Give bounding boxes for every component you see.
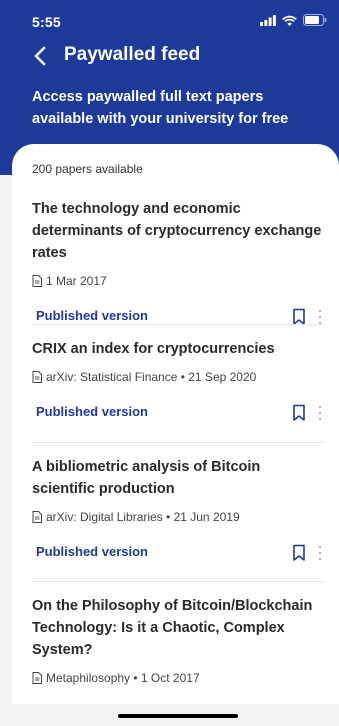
more-options-icon[interactable] xyxy=(318,406,322,420)
bookmark-icon[interactable] xyxy=(292,404,306,422)
status-time: 5:55 xyxy=(32,14,61,30)
paper-meta: Metaphilosophy • 1 Oct 2017 xyxy=(32,671,323,685)
nav-bar: Paywalled feed xyxy=(0,40,339,72)
paper-meta-text: arXiv: Digital Libraries • 21 Jun 2019 xyxy=(46,510,240,524)
status-icons xyxy=(260,14,327,26)
home-indicator[interactable] xyxy=(118,714,238,718)
paper-meta: arXiv: Statistical Finance • 21 Sep 2020 xyxy=(32,370,323,384)
back-button[interactable] xyxy=(28,44,52,68)
published-version-link[interactable]: Published version xyxy=(36,308,148,323)
paper-meta-text: arXiv: Statistical Finance • 21 Sep 2020 xyxy=(46,370,257,384)
paper-item[interactable]: A bibliometric analysis of Bitcoin scien… xyxy=(32,456,323,564)
wifi-icon xyxy=(282,15,297,26)
divider xyxy=(32,581,324,582)
paper-title[interactable]: A bibliometric analysis of Bitcoin scien… xyxy=(32,456,323,500)
divider xyxy=(32,442,324,443)
paper-item[interactable]: The technology and economic determinants… xyxy=(32,198,323,328)
paper-title[interactable]: On the Philosophy of Bitcoin/Blockchain … xyxy=(32,595,323,661)
paper-title[interactable]: The technology and economic determinants… xyxy=(32,198,323,264)
divider xyxy=(32,324,324,325)
document-icon xyxy=(32,275,42,287)
published-version-link[interactable]: Published version xyxy=(36,544,148,559)
paper-actions: Published version xyxy=(32,544,323,564)
paper-actions: Published version xyxy=(32,404,323,424)
published-version-link[interactable]: Published version xyxy=(36,404,148,419)
chevron-left-icon xyxy=(34,46,46,66)
feed-card: 200 papers available The technology and … xyxy=(12,144,339,704)
document-icon xyxy=(32,511,42,523)
paper-title[interactable]: CRIX an index for cryptocurrencies xyxy=(32,338,323,360)
header-subtitle: Access paywalled full text papers availa… xyxy=(32,89,289,127)
document-icon xyxy=(32,371,42,383)
more-options-icon[interactable] xyxy=(318,546,322,560)
papers-count: 200 papers available xyxy=(32,162,143,176)
status-bar: 5:55 xyxy=(0,0,339,40)
paper-meta-text: Metaphilosophy • 1 Oct 2017 xyxy=(46,671,200,685)
bookmark-icon[interactable] xyxy=(292,544,306,562)
paper-meta-text: 1 Mar 2017 xyxy=(46,274,107,288)
paper-meta: arXiv: Digital Libraries • 21 Jun 2019 xyxy=(32,510,323,524)
document-icon xyxy=(32,672,42,684)
paper-meta: 1 Mar 2017 xyxy=(32,274,323,288)
signal-icon xyxy=(260,14,276,26)
paper-item[interactable]: On the Philosophy of Bitcoin/Blockchain … xyxy=(32,595,323,685)
page-title: Paywalled feed xyxy=(64,44,201,65)
battery-icon xyxy=(303,14,327,26)
paper-actions: Published version xyxy=(32,308,323,328)
paper-item[interactable]: CRIX an index for cryptocurrencies arXiv… xyxy=(32,338,323,424)
more-options-icon[interactable] xyxy=(318,310,322,324)
